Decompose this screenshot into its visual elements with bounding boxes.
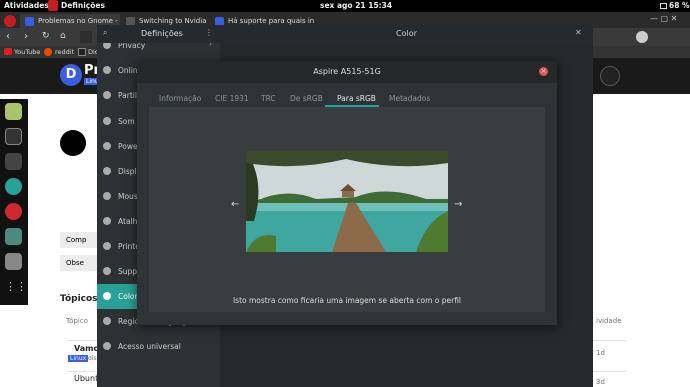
observe-button[interactable]: Obse [60, 255, 100, 271]
tab-informacao[interactable]: Informação [159, 94, 201, 103]
settings-headerbar: ⌕ Definições ⋮ [97, 25, 220, 43]
color-title: Color [396, 29, 417, 38]
profile-avatar [60, 130, 86, 156]
show-apps-icon[interactable]: ⋮⋮ [5, 280, 27, 297]
compose-button[interactable]: Comp [60, 232, 100, 248]
share-icon [103, 91, 111, 99]
reddit-icon [44, 48, 52, 56]
forward-icon[interactable]: › [24, 31, 28, 42]
dialog-title: Aspire A515-51G [313, 67, 381, 76]
back-icon[interactable]: ‹ [6, 31, 10, 42]
tab-cie1931[interactable]: CIE 1931 [215, 94, 249, 103]
pier-photo [246, 151, 448, 252]
settings-item-accessibility[interactable]: Acesso universal [97, 334, 220, 359]
bookmark-reddit[interactable]: reddit [55, 48, 74, 56]
removable-media-icon [103, 267, 111, 275]
online-accounts-icon [103, 66, 111, 74]
tab-metadados[interactable]: Metadados [389, 94, 430, 103]
row-activity: 1d [596, 349, 605, 357]
user-avatar[interactable] [600, 66, 620, 86]
trash-icon[interactable] [5, 253, 22, 270]
vivaldi-app-icon [48, 0, 58, 11]
color-icon [103, 292, 111, 300]
profile-dialog: Aspire A515-51G × Informação CIE 1931 TR… [137, 61, 557, 325]
preview-panel: ← → Isto mostra como ficaria uma imagem … [149, 107, 545, 312]
sound-icon [103, 117, 111, 125]
dialog-headerbar: Aspire A515-51G × [137, 61, 557, 83]
reload-icon[interactable]: ↻ [42, 31, 50, 41]
tab-para-srgb[interactable]: Para sRGB [337, 94, 376, 103]
terminal-icon[interactable] [5, 128, 22, 145]
row-title[interactable]: Vamo [74, 344, 99, 353]
vivaldi-menu-icon[interactable] [4, 15, 16, 27]
region-icon [103, 317, 111, 325]
tab-de-srgb[interactable]: De sRGB [290, 94, 323, 103]
menu-icon[interactable]: ⋮ [205, 28, 213, 37]
software-icon[interactable] [5, 178, 22, 195]
settings-icon[interactable] [5, 228, 22, 245]
youtube-icon [4, 48, 12, 55]
row-extra: dis [88, 355, 97, 362]
gnome-dash: ⋮⋮ [0, 99, 28, 305]
vivaldi-icon[interactable] [5, 203, 22, 220]
home-icon[interactable]: ⌂ [60, 31, 66, 41]
bookmark-youtube[interactable]: YouTube [14, 48, 40, 56]
text-editor-icon[interactable] [5, 103, 22, 120]
battery-level: 68 % [669, 1, 690, 10]
window-controls[interactable]: — ▢ ✕ [650, 14, 688, 26]
row-activity: 3d [596, 378, 605, 386]
close-icon[interactable]: × [539, 67, 548, 76]
dialog-tabs: Informação CIE 1931 TRC De sRGB Para sRG… [149, 89, 545, 107]
mouse-icon [103, 192, 111, 200]
row-tag[interactable]: Linux [68, 355, 89, 362]
tab-trc[interactable]: TRC [261, 94, 276, 103]
keyboard-icon [103, 217, 111, 225]
preview-caption: Isto mostra como ficaria uma imagem se a… [232, 296, 462, 305]
clock[interactable]: sex ago 21 15:34 [320, 1, 392, 10]
next-image-button[interactable]: → [454, 199, 462, 210]
col-activity: ividade [596, 317, 622, 325]
power-icon [103, 142, 111, 150]
profile-icon[interactable] [636, 31, 648, 43]
color-headerbar: Color ✕ [220, 25, 593, 43]
url-field[interactable] [80, 31, 92, 43]
gnome-top-bar: Atividades Definições sex ago 21 15:34 6… [0, 0, 690, 12]
battery-icon [660, 3, 667, 9]
forum-logo-icon: D [60, 64, 82, 86]
settings-title: Definições [141, 29, 183, 38]
printer-icon [103, 242, 111, 250]
activities-button[interactable]: Atividades [4, 1, 49, 10]
preview-image [246, 151, 448, 252]
close-icon[interactable]: ✕ [575, 28, 582, 37]
dio-icon [78, 48, 86, 56]
previous-image-button[interactable]: ← [231, 199, 239, 210]
accessibility-icon [103, 342, 111, 350]
discourse-icon [25, 17, 34, 26]
search-icon[interactable]: ⌕ [103, 28, 107, 38]
app-menu[interactable]: Definições [61, 1, 105, 10]
display-icon [103, 167, 111, 175]
downloads-icon[interactable] [5, 153, 22, 170]
col-topic: Tópico [66, 317, 88, 325]
